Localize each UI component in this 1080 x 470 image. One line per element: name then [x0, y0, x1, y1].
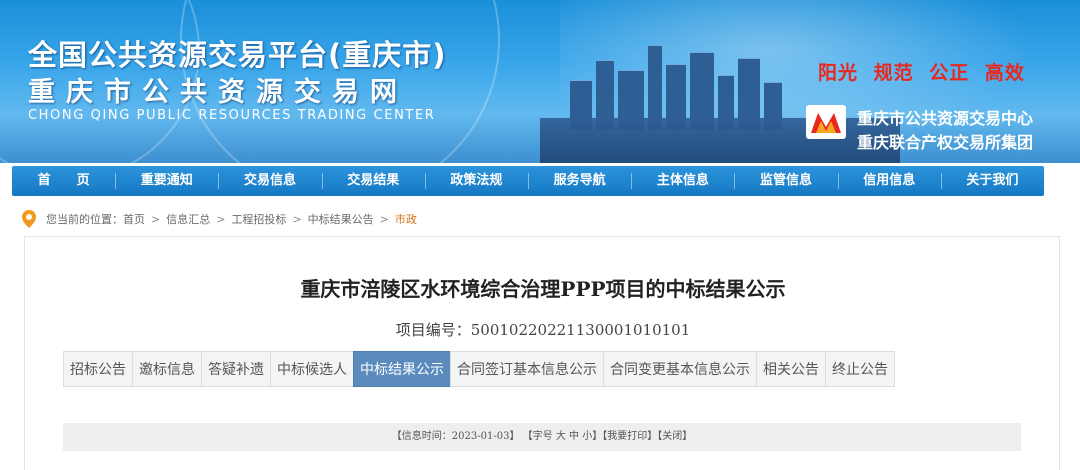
tab-contract-change[interactable]: 合同变更基本信息公示 [603, 351, 757, 387]
slogan-text: 阳光 规范 公正 高效 [818, 62, 1025, 84]
site-title-line2: 重庆市公共资源交易网 [28, 77, 408, 108]
info-time: 【信息时间：2023-01-03】 [391, 431, 520, 442]
project-number-value: 500102202211300010101​01 [470, 321, 691, 339]
tab-award-result[interactable]: 中标结果公示 [353, 351, 451, 387]
nav-item-trade-info[interactable]: 交易信息 [218, 166, 321, 196]
breadcrumb-separator: > [216, 212, 226, 226]
nav-item-about[interactable]: 关于我们 [940, 166, 1044, 196]
site-title-english: CHONG QING PUBLIC RESOURCES TRADING CENT… [28, 108, 436, 123]
print-link[interactable]: 【我要打印】 [602, 431, 657, 442]
project-number-label: 项目编号： [395, 321, 471, 339]
breadcrumb-prefix: 您当前的位置： [46, 213, 123, 226]
breadcrumb-current[interactable]: 市政 [395, 211, 417, 227]
page-title: 重庆市涪陵区水环境综合治理PPP项目的中标结果公示 [300, 277, 786, 301]
org-name-1: 重庆市公共资源交易中心 [857, 109, 1034, 128]
nav-item-supervision[interactable]: 监管信息 [734, 166, 837, 196]
tab-termination-notice[interactable]: 终止公告 [825, 351, 895, 387]
breadcrumb-separator: > [151, 212, 161, 226]
nav-item-credit[interactable]: 信用信息 [837, 166, 941, 196]
nav-item-policy[interactable]: 政策法规 [424, 166, 528, 196]
breadcrumb-separator: > [292, 212, 302, 226]
font-size-label: 【字号 [522, 431, 553, 442]
main-nav: 首 页 重要通知 交易信息 交易结果 政策法规 服务导航 主体信息 监管信息 信… [12, 166, 1044, 196]
info-toolbar: 【信息时间：2023-01-03】 【字号 大 中 小】【我要打印】【关闭】 [63, 423, 1021, 451]
nav-item-entity-info[interactable]: 主体信息 [631, 166, 734, 196]
header-banner: 全国公共资源交易平台(重庆市) 重庆市公共资源交易网 CHONG QING PU… [0, 0, 1080, 163]
font-size-small-link[interactable]: 小】 [582, 431, 602, 442]
location-pin-icon [22, 210, 36, 228]
close-link[interactable]: 【关闭】 [657, 431, 692, 442]
breadcrumb: 您当前的位置： 首页 > 信息汇总 > 工程招投标 > 中标结果公告 > 市政 [22, 208, 417, 230]
tab-contract-signing[interactable]: 合同签订基本信息公示 [450, 351, 604, 387]
breadcrumb-award-notice[interactable]: 中标结果公告 [308, 211, 374, 227]
tab-related-notices[interactable]: 相关公告 [756, 351, 826, 387]
nav-item-trade-results[interactable]: 交易结果 [321, 166, 425, 196]
breadcrumb-summary[interactable]: 信息汇总 [166, 211, 210, 227]
project-number: 项目编号：500102202211300010101​01 [25, 319, 1061, 340]
river-image [540, 118, 900, 163]
tab-winning-candidates[interactable]: 中标候选人 [270, 351, 354, 387]
org-name-2: 重庆联合产权交易所集团 [857, 133, 1034, 152]
breadcrumb-engineering[interactable]: 工程招投标 [231, 211, 286, 227]
font-size-medium-link[interactable]: 中 [569, 431, 579, 442]
tab-invitation-info[interactable]: 邀标信息 [132, 351, 202, 387]
organization-logo-icon [806, 105, 846, 139]
content-panel: 重庆市涪陵区水环境综合治理PPP项目的中标结果公示 项目编号：500102202… [24, 236, 1060, 470]
breadcrumb-separator: > [379, 212, 389, 226]
breadcrumb-home[interactable]: 首页 [123, 211, 145, 227]
tab-qa-addendum[interactable]: 答疑补遗 [201, 351, 271, 387]
font-size-large-link[interactable]: 大 [556, 431, 566, 442]
notice-tabs: 招标公告 邀标信息 答疑补遗 中标候选人 中标结果公示 合同签订基本信息公示 合… [63, 351, 895, 387]
city-skyline-image [560, 30, 800, 130]
nav-item-service[interactable]: 服务导航 [528, 166, 631, 196]
site-title-line1: 全国公共资源交易平台(重庆市) [28, 38, 447, 72]
tab-tender-notice[interactable]: 招标公告 [63, 351, 133, 387]
nav-item-notices[interactable]: 重要通知 [115, 166, 218, 196]
nav-item-home[interactable]: 首 页 [12, 166, 115, 196]
